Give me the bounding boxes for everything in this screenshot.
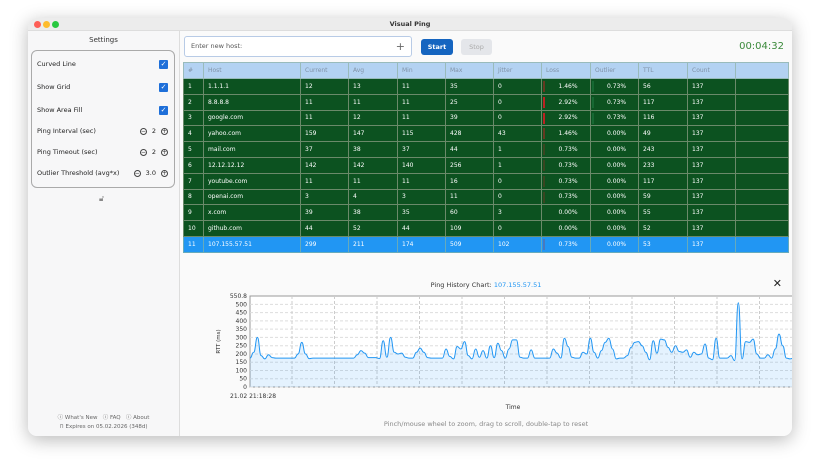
faq-link[interactable]: FAQ bbox=[110, 415, 121, 421]
whats-new-link[interactable]: What's New bbox=[65, 415, 98, 421]
show-area-fill-row: Show Area Fill ✓ bbox=[37, 104, 168, 116]
y-tick-label: 500 bbox=[236, 301, 248, 308]
main-area: Enter new host: + Start Stop 00:04:32 # Ho… bbox=[180, 31, 792, 436]
minus-icon[interactable]: − bbox=[139, 127, 147, 135]
chart-hint: Pinch/mouse wheel to zoom, drag to scrol… bbox=[383, 420, 589, 428]
y-max-label: 550.8 bbox=[230, 293, 247, 300]
curved-line-label: Curved Line bbox=[37, 60, 76, 68]
unlock-small-icon: ⊓ bbox=[59, 424, 64, 430]
outlier-threshold-row: Outlier Threshold (avg*x) −3.0 + bbox=[37, 167, 168, 179]
y-tick-label: 350 bbox=[236, 326, 248, 333]
settings-sidebar: Settings Curved Line ✓ Show Grid ✓ Show Ar… bbox=[28, 31, 180, 436]
y-axis-title: RTT (ms) bbox=[216, 329, 222, 353]
plus-icon[interactable]: + bbox=[161, 169, 168, 177]
zoom-window-button[interactable] bbox=[52, 21, 59, 28]
y-tick-label: 50 bbox=[239, 376, 247, 383]
minimize-window-button[interactable] bbox=[43, 21, 50, 28]
app-window: Visual Ping Settings Curved Line ✓ Show G… bbox=[28, 18, 792, 436]
ping-timeout-label: Ping Timeout (sec) bbox=[37, 148, 98, 156]
minus-icon[interactable]: − bbox=[133, 169, 141, 177]
ping-interval-row: Ping Interval (sec) −2 + bbox=[37, 125, 168, 137]
show-grid-label: Show Grid bbox=[37, 83, 71, 91]
footer-links: ⓘ What's New ⓘ FAQ ⓘ About bbox=[57, 415, 150, 421]
settings-title: Settings bbox=[89, 36, 118, 44]
settings-panel: Curved Line ✓ Show Grid ✓ Show Area Fill ✓ … bbox=[31, 50, 175, 188]
show-area-fill-label: Show Area Fill bbox=[37, 106, 83, 114]
minus-icon[interactable]: − bbox=[139, 148, 147, 156]
ping-timeout-row: Ping Timeout (sec) −2 + bbox=[37, 146, 168, 158]
about-link[interactable]: About bbox=[133, 415, 149, 421]
y-tick-label: 100 bbox=[236, 367, 248, 374]
y-tick-label: 0 bbox=[243, 384, 247, 391]
y-tick-label: 300 bbox=[236, 334, 248, 341]
unlock-icon[interactable]: 🔓︎ bbox=[99, 194, 104, 204]
plus-icon[interactable]: + bbox=[161, 127, 168, 135]
ping-interval-value: 2 bbox=[151, 127, 156, 135]
y-tick-label: 150 bbox=[236, 359, 248, 366]
close-window-button[interactable] bbox=[34, 21, 41, 28]
x-axis-title: Time bbox=[505, 404, 521, 411]
y-tick-label: 250 bbox=[236, 343, 248, 350]
window-title: Visual Ping bbox=[389, 20, 431, 28]
outlier-threshold-value: 3.0 bbox=[145, 169, 156, 177]
x-start-label: 21.02 21:18:28 bbox=[230, 393, 276, 400]
expiry-text: Expires on 05.02.2026 (348d) bbox=[65, 424, 148, 430]
license-expiry: ⊓ Expires on 05.02.2026 (348d) bbox=[28, 424, 179, 430]
show-grid-checkbox[interactable]: ✓ bbox=[159, 82, 168, 92]
show-area-fill-checkbox[interactable]: ✓ bbox=[159, 105, 168, 115]
y-tick-label: 200 bbox=[236, 351, 248, 358]
show-grid-row: Show Grid ✓ bbox=[37, 81, 168, 93]
ping-history-chart[interactable]: 050 100150200250 300350400450 500550.8 21.02… bbox=[180, 31, 792, 436]
ping-timeout-value: 2 bbox=[151, 148, 156, 156]
y-tick-label: 400 bbox=[236, 318, 248, 325]
ping-interval-label: Ping Interval (sec) bbox=[37, 127, 96, 135]
y-tick-label: 450 bbox=[236, 310, 248, 317]
outlier-threshold-label: Outlier Threshold (avg*x) bbox=[37, 169, 120, 177]
curved-line-row: Curved Line ✓ bbox=[37, 58, 168, 70]
curved-line-checkbox[interactable]: ✓ bbox=[159, 59, 168, 69]
title-bar: Visual Ping bbox=[28, 18, 792, 31]
plus-icon[interactable]: + bbox=[161, 148, 168, 156]
